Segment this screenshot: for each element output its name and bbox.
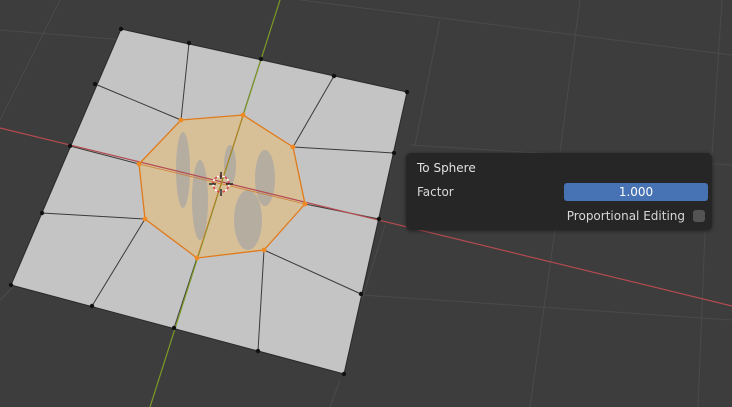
factor-label: Factor [417, 185, 454, 199]
proportional-editing-checkbox[interactable] [693, 210, 705, 222]
factor-slider[interactable]: 1.000 [564, 183, 708, 201]
redo-last-panel: To Sphere Factor 1.000 Proportional Edit… [406, 153, 712, 230]
proportional-editing-label: Proportional Editing [566, 209, 685, 223]
panel-title[interactable]: To Sphere [417, 161, 476, 175]
proportional-editing-toggle[interactable]: Proportional Editing [567, 209, 705, 223]
